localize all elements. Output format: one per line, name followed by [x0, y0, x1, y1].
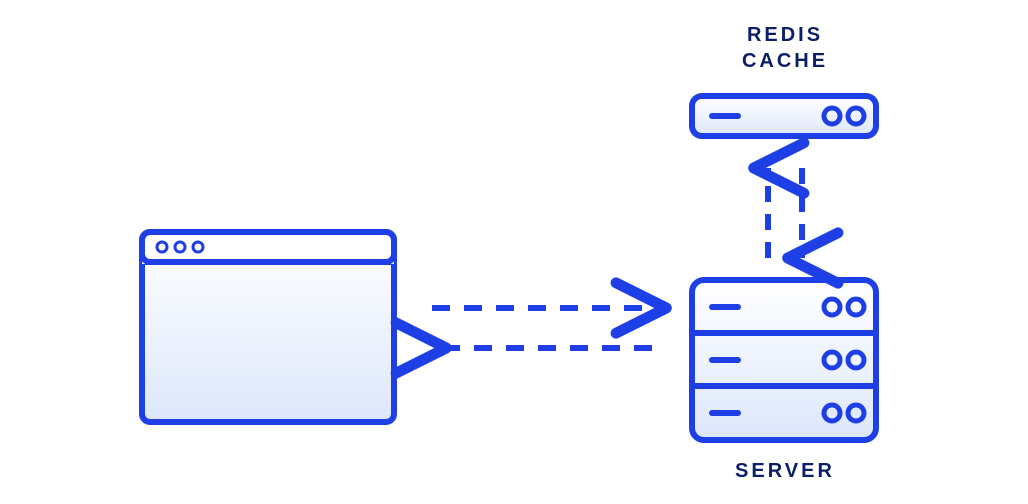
edge-server-redis — [768, 168, 802, 258]
server-node — [692, 280, 876, 440]
client-browser-window — [131, 231, 394, 422]
edge-client-server — [432, 308, 652, 348]
diagram-svg — [0, 0, 1028, 504]
redis-cache-node — [692, 96, 876, 136]
diagram-stage: REDIS CACHE SERVER — [0, 0, 1028, 504]
